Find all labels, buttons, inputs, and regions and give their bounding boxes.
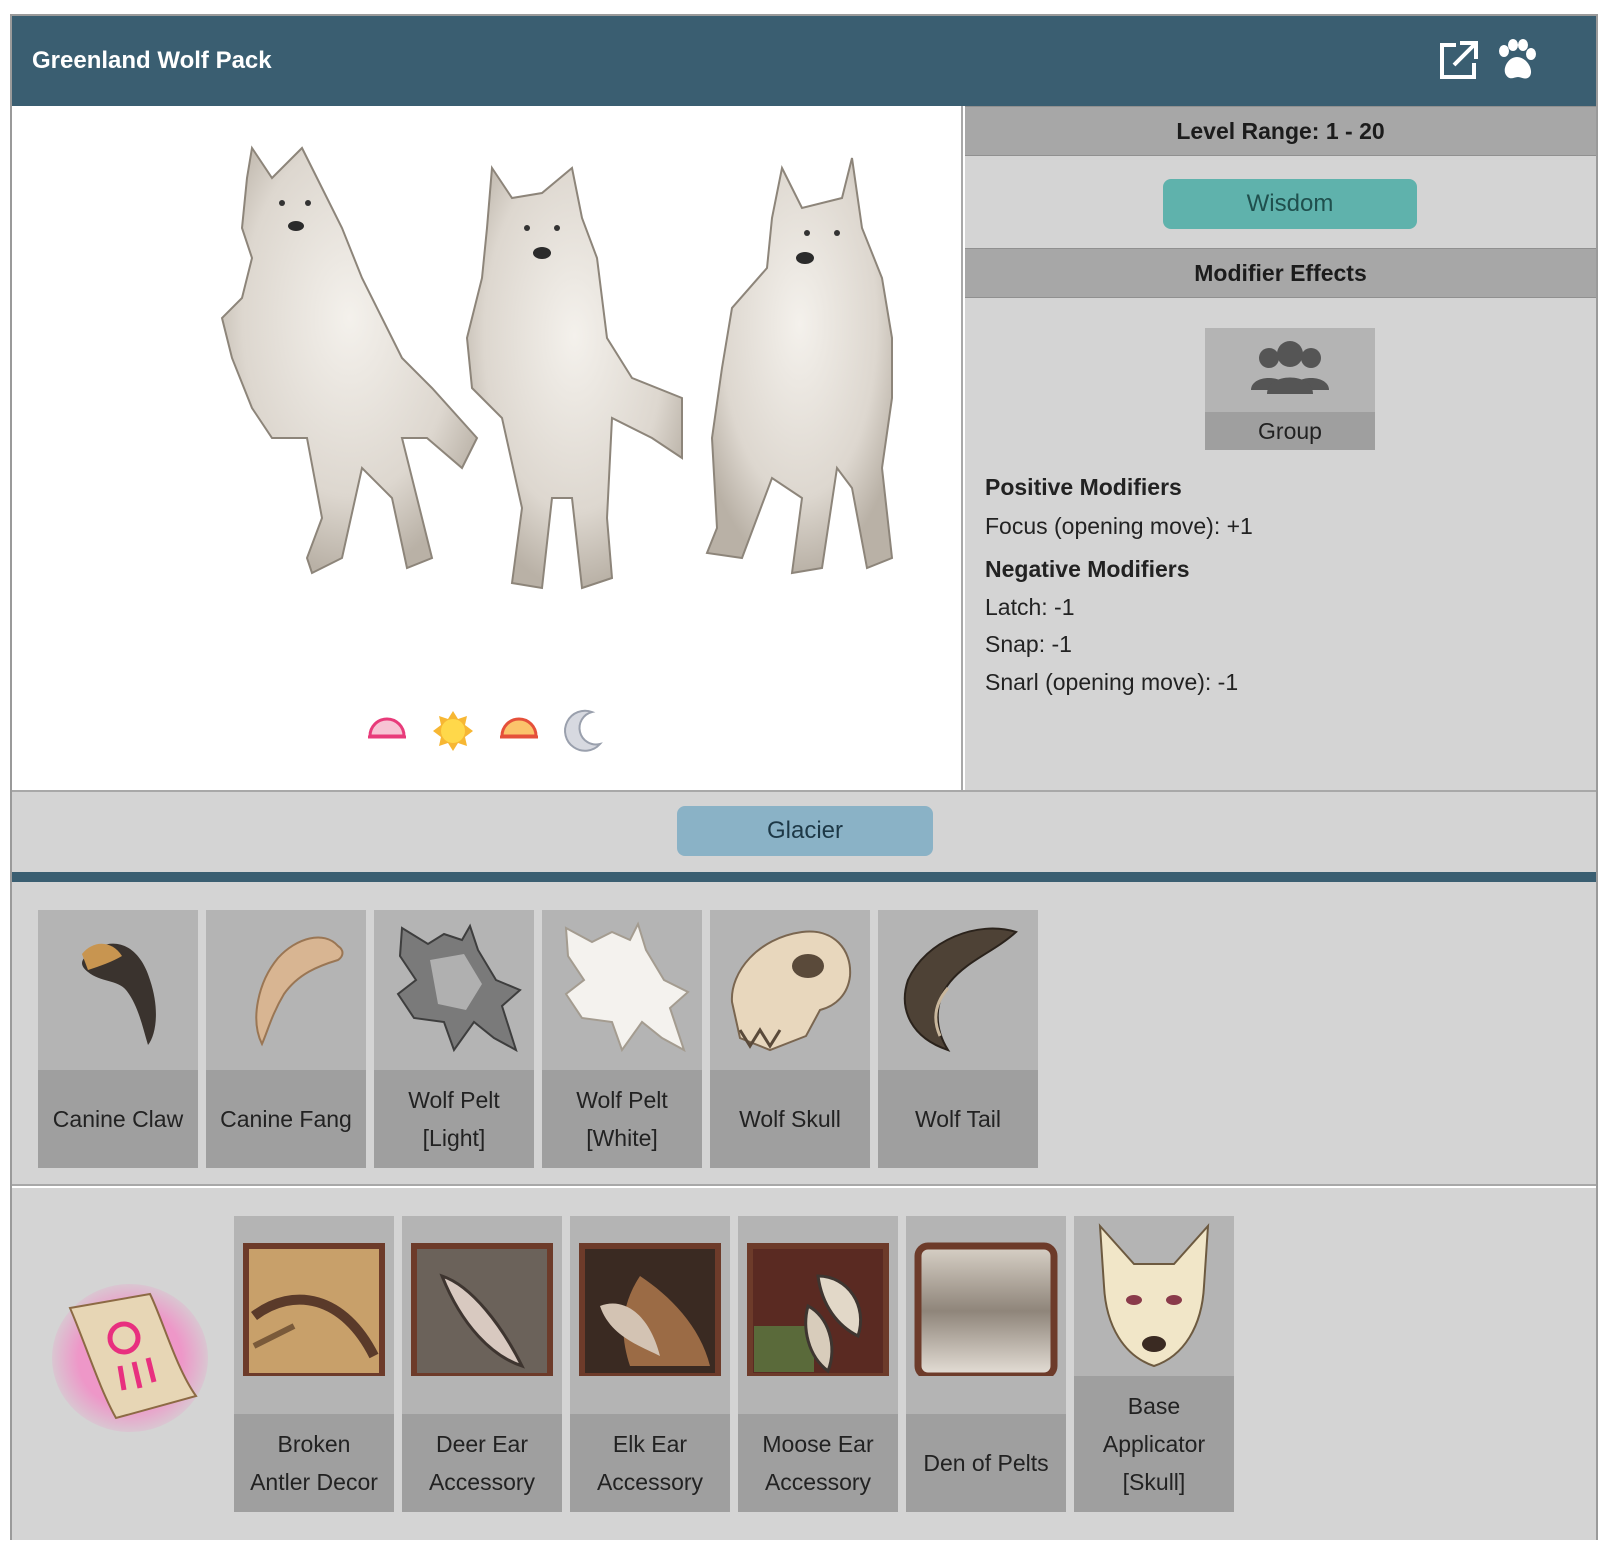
wolf-pelt-light-icon — [396, 923, 522, 1053]
wolf-right — [705, 157, 894, 575]
wolf-pack-illustration — [220, 145, 894, 590]
glacier-habitat-button[interactable]: Glacier — [677, 806, 933, 856]
drops-row: Canine Claw Canine Fang Wolf Pelt [Light]… — [12, 882, 1596, 1186]
section-divider — [12, 872, 1596, 882]
group-icon — [1251, 341, 1329, 394]
modifier-effects-heading: Modifier Effects — [965, 248, 1596, 298]
group-label: Group — [1205, 412, 1375, 450]
level-range: Level Range: 1 - 20 — [965, 106, 1596, 156]
wolf-center — [465, 165, 683, 590]
pack-title: Greenland Wolf Pack — [32, 47, 272, 74]
drop-item-canine-claw[interactable]: Canine Claw — [38, 910, 198, 1168]
canine-claw-icon — [82, 943, 156, 1045]
negative-modifier-item: Snarl (opening move): -1 — [985, 669, 1239, 695]
positive-modifier-item: Focus (opening move): +1 — [985, 513, 1253, 539]
craft-item-moose-ear-accessory[interactable]: Moose Ear Accessory — [738, 1216, 898, 1512]
group-modifier-tile[interactable]: Group — [1205, 328, 1375, 450]
negative-modifier-item: Snap: -1 — [985, 631, 1072, 657]
info-panel: Level Range: 1 - 20 Wisdom Modifier Effe… — [965, 106, 1596, 790]
negative-modifier-item: Latch: -1 — [985, 594, 1075, 620]
wolf-skull-icon — [730, 930, 852, 1052]
wisdom-stat-button[interactable]: Wisdom — [1163, 179, 1417, 229]
craft-label: Broken Antler Decor — [234, 1414, 394, 1512]
drop-label: Canine Claw — [38, 1070, 198, 1168]
craft-item-base-applicator-skull[interactable]: Base Applicator [Skull] — [1074, 1216, 1234, 1512]
external-link-icon[interactable] — [1436, 39, 1480, 83]
drop-item-wolf-pelt-light[interactable]: Wolf Pelt [Light] — [374, 910, 534, 1168]
craft-label: Den of Pelts — [906, 1414, 1066, 1512]
drop-label: Wolf Skull — [710, 1070, 870, 1168]
day-icon — [428, 706, 478, 756]
drop-label: Wolf Pelt [Light] — [374, 1070, 534, 1168]
elk-ear-accessory-icon — [579, 1243, 721, 1376]
pack-image-panel — [12, 106, 963, 790]
drop-item-canine-fang[interactable]: Canine Fang — [206, 910, 366, 1168]
craft-item-broken-antler-decor[interactable]: Broken Antler Decor — [234, 1216, 394, 1512]
drop-label: Wolf Tail — [878, 1070, 1038, 1168]
craft-label: Base Applicator [Skull] — [1074, 1376, 1234, 1512]
paw-icon[interactable] — [1494, 39, 1538, 83]
craft-item-deer-ear-accessory[interactable]: Deer Ear Accessory — [402, 1216, 562, 1512]
broken-antler-decor-icon — [243, 1243, 385, 1376]
dusk-icon — [494, 706, 544, 756]
drop-item-wolf-skull[interactable]: Wolf Skull — [710, 910, 870, 1168]
craft-item-den-of-pelts[interactable]: Den of Pelts — [906, 1216, 1066, 1512]
pack-card: Greenland Wolf Pack Level Range: 1 - 20 … — [10, 14, 1598, 1540]
crafts-row: Broken Antler Decor Deer Ear Accessory Elk… — [12, 1188, 1596, 1540]
night-icon — [560, 706, 610, 756]
habitat-bar: Glacier — [12, 790, 1596, 872]
craft-label: Moose Ear Accessory — [738, 1414, 898, 1512]
drop-label: Canine Fang — [206, 1070, 366, 1168]
drop-label: Wolf Pelt [White] — [542, 1070, 702, 1168]
drop-item-wolf-tail[interactable]: Wolf Tail — [878, 910, 1038, 1168]
craft-label: Deer Ear Accessory — [402, 1414, 562, 1512]
drop-item-wolf-pelt-white[interactable]: Wolf Pelt [White] — [542, 910, 702, 1168]
den-of-pelts-icon — [914, 1242, 1058, 1376]
dawn-icon — [362, 706, 412, 756]
canine-fang-icon — [255, 936, 344, 1047]
wolf-pelt-white-icon — [564, 921, 690, 1053]
negative-modifiers-heading: Negative Modifiers — [985, 556, 1190, 582]
pack-header: Greenland Wolf Pack — [12, 16, 1596, 106]
wolf-tail-icon — [903, 927, 1018, 1052]
base-applicator-skull-icon — [1098, 1223, 1210, 1368]
scroll-icon[interactable] — [50, 1278, 210, 1438]
craft-label: Elk Ear Accessory — [570, 1414, 730, 1512]
deer-ear-accessory-icon — [411, 1243, 553, 1376]
moose-ear-accessory-icon — [747, 1243, 889, 1376]
craft-item-elk-ear-accessory[interactable]: Elk Ear Accessory — [570, 1216, 730, 1512]
time-of-day-indicators — [362, 706, 622, 756]
wolf-left — [220, 145, 479, 575]
positive-modifiers-heading: Positive Modifiers — [985, 474, 1182, 500]
